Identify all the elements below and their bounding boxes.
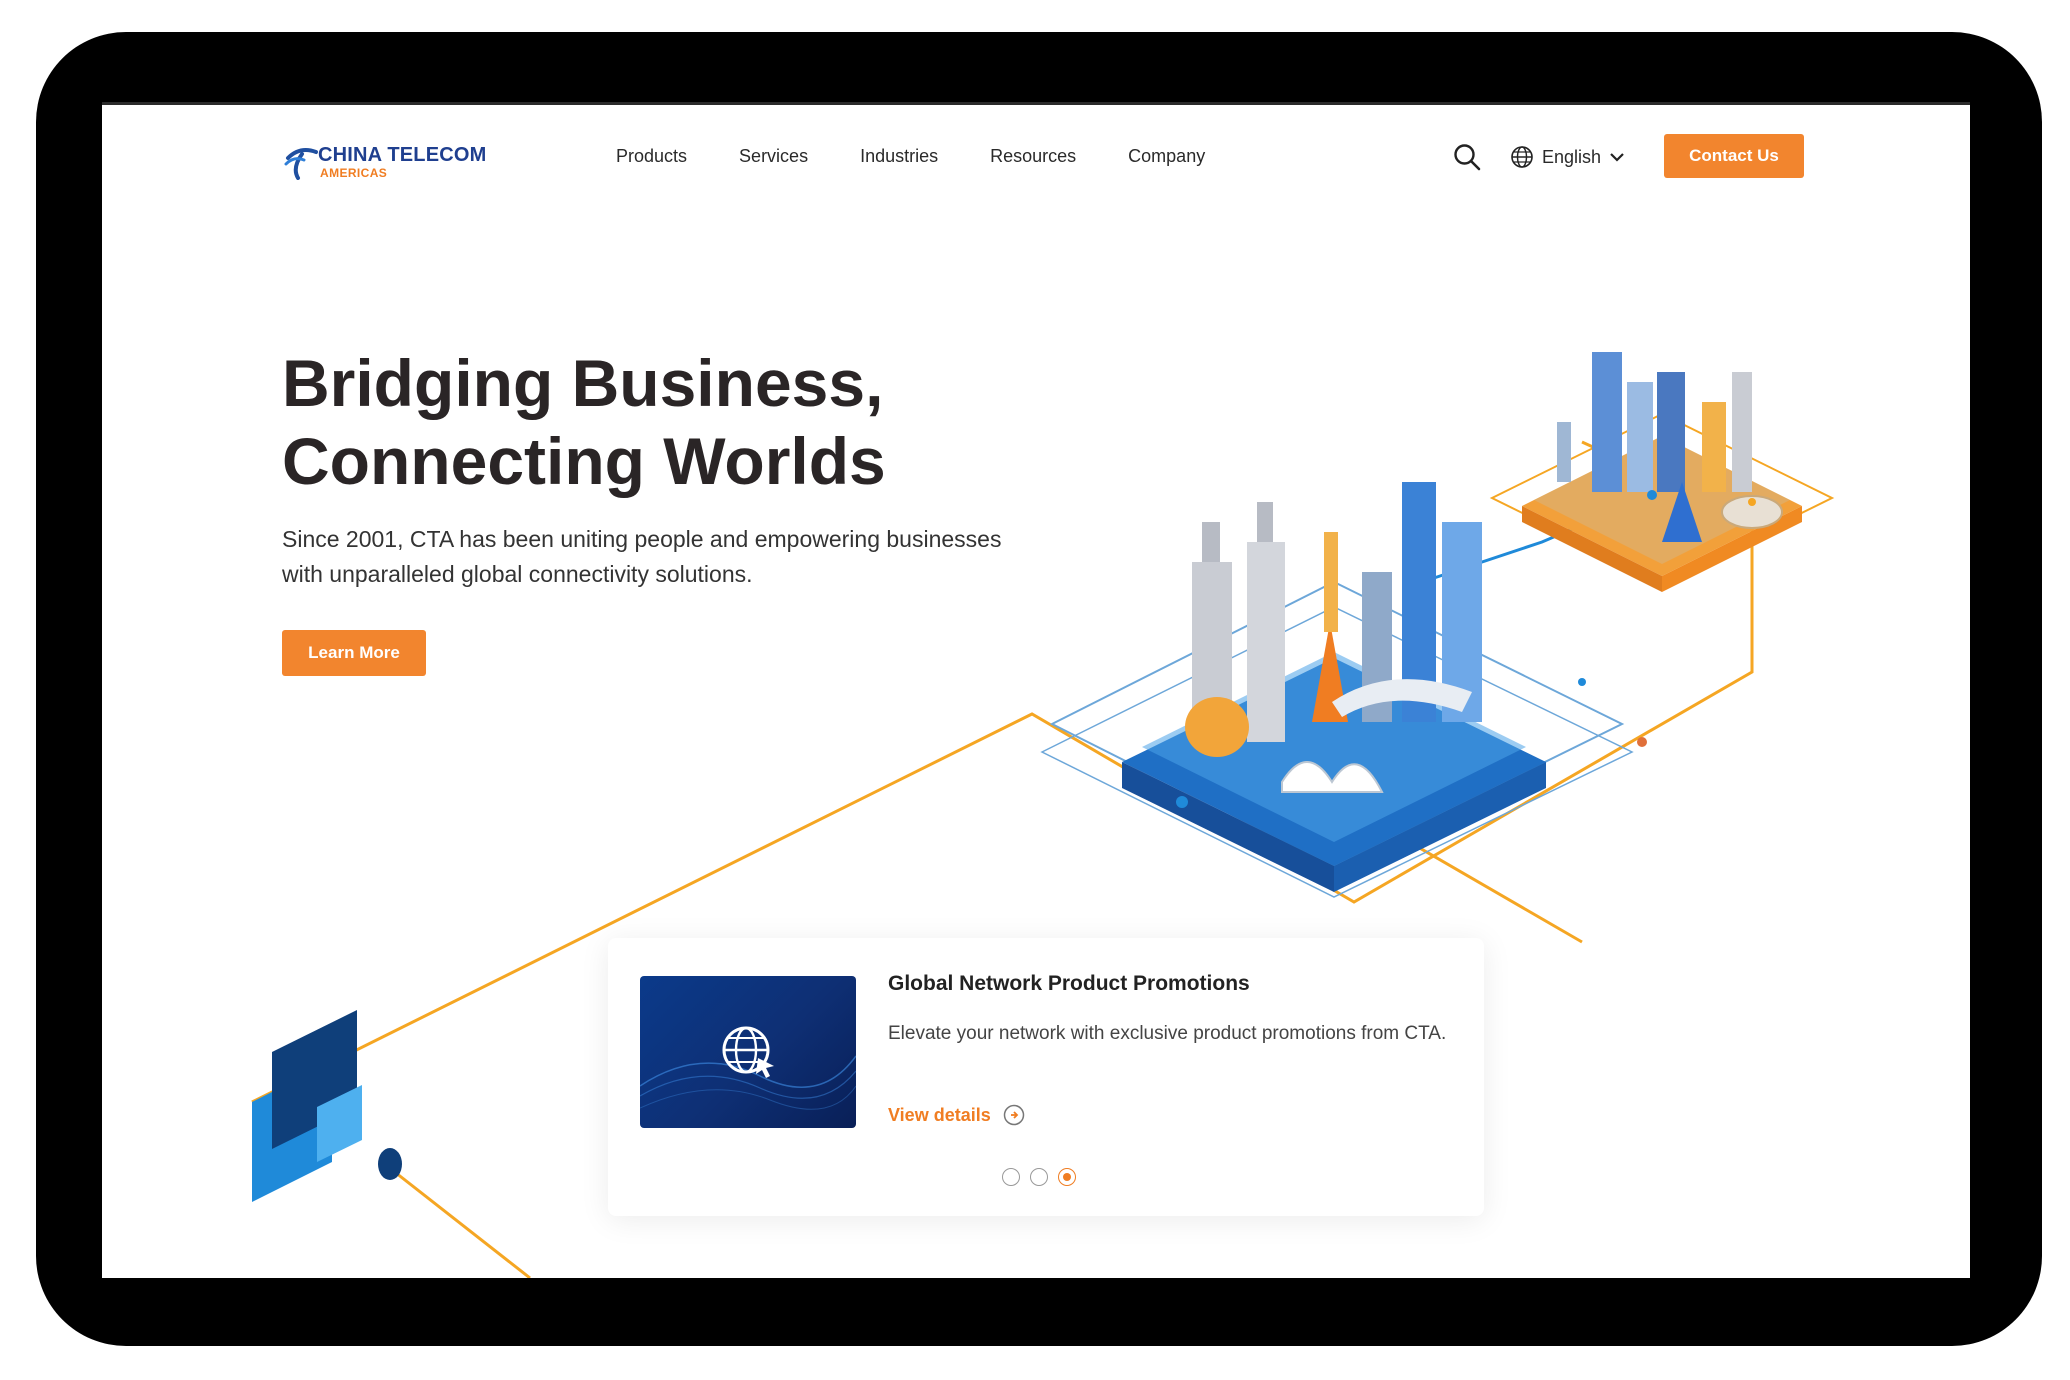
arrow-circle-right-icon (1003, 1104, 1024, 1126)
nav-item-company[interactable]: Company (1128, 146, 1205, 167)
hero-title: Bridging Business, Connecting Worlds (282, 344, 1042, 500)
brand-name: CHINA TELECOM (318, 144, 487, 166)
main-nav: Products Services Industries Resources C… (616, 146, 1257, 167)
nav-item-products[interactable]: Products (616, 146, 687, 167)
promo-description: Elevate your network with exclusive prod… (888, 1023, 1447, 1044)
chevron-down-icon (1610, 153, 1624, 162)
promo-card: Global Network Product Promotions Elevat… (608, 938, 1484, 1216)
nav-item-resources[interactable]: Resources (990, 146, 1076, 167)
nav-item-industries[interactable]: Industries (860, 146, 938, 167)
hero-description: Since 2001, CTA has been uniting people … (282, 526, 1002, 587)
search-icon[interactable] (1452, 142, 1482, 172)
globe-cursor-icon (722, 1026, 774, 1078)
globe-icon (1511, 146, 1533, 168)
brand-sub: AMERICAS (320, 166, 388, 180)
learn-more-button[interactable]: Learn More (282, 630, 426, 676)
promo-image (640, 976, 856, 1128)
carousel-dot-3[interactable] (1058, 1168, 1076, 1186)
language-label: English (1542, 146, 1602, 167)
promo-image-art (640, 1026, 856, 1110)
language-selector[interactable]: English (1510, 142, 1625, 172)
view-details-link[interactable]: View details (888, 1104, 1025, 1126)
promo-title: Global Network Product Promotions (888, 972, 1250, 995)
carousel-dot-1[interactable] (1002, 1168, 1020, 1186)
carousel-dots (1002, 1168, 1076, 1186)
carousel-dot-2[interactable] (1030, 1168, 1048, 1186)
browser-viewport: CHINA TELECOM AMERICAS Products Services… (102, 102, 1970, 1278)
china-telecom-logo-icon (284, 148, 318, 180)
nav-item-services[interactable]: Services (739, 146, 808, 167)
hero-title-line-1: Bridging Business, (282, 346, 884, 420)
view-details-label: View details (888, 1104, 991, 1125)
brand-logo[interactable]: CHINA TELECOM AMERICAS (282, 142, 522, 182)
hero-title-line-2: Connecting Worlds (282, 424, 886, 498)
contact-us-button[interactable]: Contact Us (1664, 134, 1804, 178)
